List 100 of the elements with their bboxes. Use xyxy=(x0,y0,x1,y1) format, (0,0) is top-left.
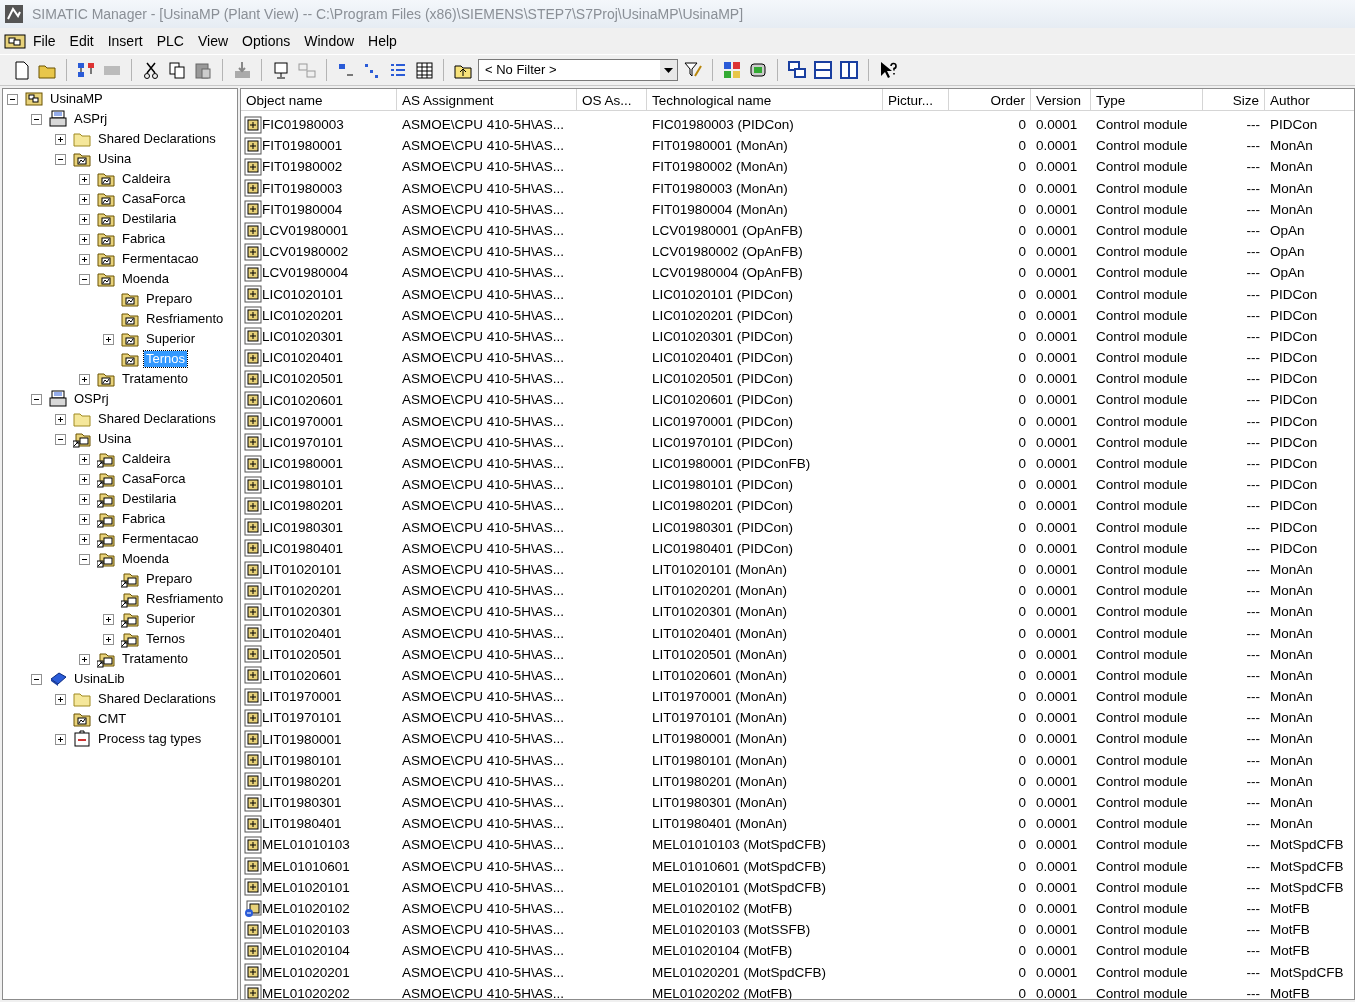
expand-icon[interactable] xyxy=(79,193,90,205)
column-header[interactable]: Technological name xyxy=(647,89,883,111)
menu-item[interactable]: Insert xyxy=(100,28,150,54)
object-name[interactable]: MEL01020103 xyxy=(262,919,350,941)
object-name[interactable]: LIC01020201 xyxy=(262,304,344,326)
column-header[interactable]: OS As... xyxy=(577,89,647,111)
object-name[interactable]: LIC01980301 xyxy=(262,516,344,538)
collapse-icon[interactable] xyxy=(55,433,66,445)
object-name[interactable]: LIT01020101 xyxy=(262,559,342,581)
tree-item[interactable]: UsinaMP xyxy=(48,91,105,107)
tree-item[interactable]: Destilaria xyxy=(120,211,179,227)
tree-item[interactable]: CMT xyxy=(96,711,129,727)
object-name[interactable]: LIT01970101 xyxy=(262,707,342,729)
object-name[interactable]: LIT01020501 xyxy=(262,643,342,665)
object-name[interactable]: LIC01020101 xyxy=(262,283,344,305)
collapse-icon[interactable] xyxy=(55,153,66,165)
tree-item[interactable]: Fabrica xyxy=(120,511,168,527)
expand-icon[interactable] xyxy=(79,213,90,225)
menu-item[interactable]: File xyxy=(26,28,63,54)
object-name[interactable]: MEL01020201 xyxy=(262,961,350,983)
tree-item[interactable]: Usina xyxy=(96,151,134,167)
tree-item[interactable]: Fermentacao xyxy=(120,531,201,547)
expand-icon[interactable] xyxy=(55,693,66,705)
expand-icon[interactable] xyxy=(79,233,90,245)
object-name[interactable]: LIC01020401 xyxy=(262,347,344,369)
menu-item[interactable]: Edit xyxy=(62,28,101,54)
object-name[interactable]: FIT01980001 xyxy=(262,135,343,157)
tree-item[interactable]: ASPrj xyxy=(72,111,110,127)
column-header[interactable]: AS Assignment xyxy=(397,89,577,111)
tree-item[interactable]: Caldeira xyxy=(120,451,173,467)
cascade-button[interactable] xyxy=(786,59,808,81)
object-name[interactable]: LIC01020601 xyxy=(262,389,344,411)
object-name[interactable]: LIC01020301 xyxy=(262,325,344,347)
object-name[interactable]: LIT01020201 xyxy=(262,580,342,602)
tree-item[interactable]: Shared Declarations xyxy=(96,411,218,427)
expand-icon[interactable] xyxy=(103,333,114,345)
object-name[interactable]: LIC01980101 xyxy=(262,474,344,496)
tree-item[interactable]: Moenda xyxy=(120,551,171,567)
tree-item[interactable]: Shared Declarations xyxy=(96,691,218,707)
tag-list-button[interactable] xyxy=(721,59,743,81)
object-name[interactable]: MEL01020102 xyxy=(262,898,350,920)
menu-item[interactable]: Window xyxy=(297,28,362,54)
tree-item[interactable]: Fabrica xyxy=(120,231,168,247)
object-name[interactable]: MEL01020104 xyxy=(262,940,350,962)
expand-icon[interactable] xyxy=(79,453,90,465)
column-header[interactable]: Version xyxy=(1031,89,1091,111)
document-icon[interactable] xyxy=(4,32,26,50)
tree-item[interactable]: Resfriamento xyxy=(144,591,226,607)
tile-vertical-button[interactable] xyxy=(838,59,860,81)
filter-dropdown[interactable]: < No Filter > xyxy=(478,59,678,81)
collapse-icon[interactable] xyxy=(79,553,90,565)
expand-icon[interactable] xyxy=(103,633,114,645)
expand-icon[interactable] xyxy=(55,733,66,745)
expand-icon[interactable] xyxy=(55,133,66,145)
object-name[interactable]: LIT01980101 xyxy=(262,749,342,771)
column-header[interactable]: Type xyxy=(1091,89,1203,111)
tree-item[interactable]: Destilaria xyxy=(120,491,179,507)
object-name[interactable]: MEL01010601 xyxy=(262,855,350,877)
object-name[interactable]: LIT01980001 xyxy=(262,728,342,750)
tree-item[interactable]: Moenda xyxy=(120,271,171,287)
tree-item[interactable]: Shared Declarations xyxy=(96,131,218,147)
object-name[interactable]: FIT01980004 xyxy=(262,198,343,220)
object-name[interactable]: LIC01970001 xyxy=(262,410,344,432)
collapse-icon[interactable] xyxy=(7,93,18,105)
tree-item[interactable]: Ternos xyxy=(144,631,188,647)
tree-item[interactable]: UsinaLib xyxy=(72,671,127,687)
tree-item[interactable]: Tratamento xyxy=(120,651,190,667)
copy-button[interactable] xyxy=(166,59,188,81)
object-name[interactable]: LIT01020601 xyxy=(262,664,342,686)
expand-icon[interactable] xyxy=(79,373,90,385)
column-header[interactable]: Size xyxy=(1203,89,1265,111)
expand-icon[interactable] xyxy=(79,173,90,185)
tree-item[interactable]: Caldeira xyxy=(120,171,173,187)
object-name[interactable]: LIC01980401 xyxy=(262,537,344,559)
object-name[interactable]: LIT01020401 xyxy=(262,622,342,644)
object-name[interactable]: LIC01970101 xyxy=(262,431,344,453)
expand-icon[interactable] xyxy=(79,493,90,505)
expand-icon[interactable] xyxy=(79,513,90,525)
object-name[interactable]: LIT01970001 xyxy=(262,686,342,708)
tree-item[interactable]: Resfriamento xyxy=(144,311,226,327)
expand-icon[interactable] xyxy=(79,473,90,485)
menu-item[interactable]: View xyxy=(190,28,236,54)
tree-item[interactable]: Tratamento xyxy=(120,371,190,387)
object-name[interactable]: LIT01980301 xyxy=(262,792,342,814)
tree-item[interactable]: Usina xyxy=(96,431,134,447)
expand-icon[interactable] xyxy=(79,653,90,665)
tree-item[interactable]: CasaForca xyxy=(120,471,188,487)
object-name[interactable]: LIT01980201 xyxy=(262,770,342,792)
object-name[interactable]: LIC01020501 xyxy=(262,368,344,390)
collapse-icon[interactable] xyxy=(31,393,42,405)
tile-horizontal-button[interactable] xyxy=(812,59,834,81)
tree-item[interactable]: Preparo xyxy=(144,291,195,307)
tree-item[interactable]: OSPrj xyxy=(72,391,111,407)
tree-item[interactable]: Preparo xyxy=(144,571,195,587)
menu-item[interactable]: Help xyxy=(361,28,404,54)
collapse-icon[interactable] xyxy=(79,273,90,285)
object-name[interactable]: LIT01980401 xyxy=(262,813,342,835)
column-header[interactable]: Pictur... xyxy=(883,89,949,111)
object-name[interactable]: LCV01980004 xyxy=(262,262,349,284)
object-name[interactable]: LIC01980001 xyxy=(262,453,344,475)
